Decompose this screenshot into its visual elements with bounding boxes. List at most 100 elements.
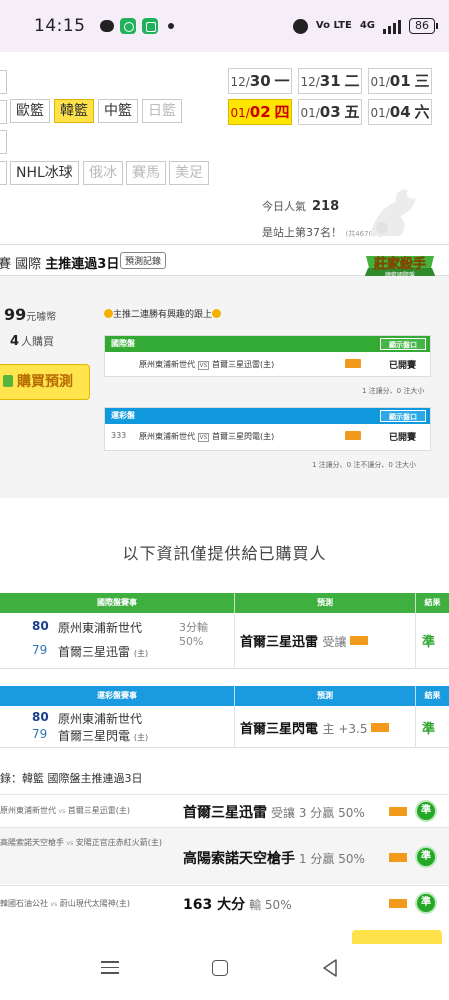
history-pick-note: 輸 50%	[249, 898, 292, 912]
tagline-text: 主推二連勝有興趣的跟上	[113, 310, 213, 320]
date-weekday: 六	[414, 103, 430, 121]
package-prefix: 賽 國際	[0, 257, 42, 272]
purchaser-only-notice: 以下資訊僅提供給已購買人	[122, 544, 327, 563]
date-day: 03	[319, 103, 341, 121]
date-weekday: 四	[274, 103, 290, 121]
host-tag-icon	[349, 636, 368, 645]
date-day: 01	[389, 72, 411, 90]
date-weekday: 一	[274, 72, 290, 90]
team-b-name: 首爾三星迅雷 (主)	[58, 643, 148, 660]
pick-note: 受讓	[322, 635, 347, 649]
show-odds-button[interactable]: 顯示盤口	[380, 410, 426, 422]
lottery-line-note: 1 注讓分、0 注不讓分、0 注大小	[312, 461, 417, 469]
predicted-pick: 首爾三星閃電 主 +3.5	[240, 718, 389, 737]
column-divider	[415, 706, 416, 748]
host-tag-icon	[389, 807, 407, 816]
team-b-score: 79	[32, 727, 48, 741]
lottery-line-row: 333 原州東浦新世代 VS 首爾三星閃電(主) 已開賽	[105, 424, 430, 448]
date-1231[interactable]: 12/31 二	[298, 68, 362, 94]
pick-note: 主 +3.5	[322, 722, 368, 736]
team-a-name: 原州東浦新世代	[58, 712, 143, 726]
category-horse-racing[interactable]: 賽馬	[126, 161, 166, 185]
hit-badge-icon: 準	[415, 800, 437, 822]
popularity-value: 218	[312, 199, 340, 214]
category-american-football[interactable]: 美足	[169, 161, 209, 185]
intl-line-label: 國際盤	[111, 339, 135, 348]
date-md: 01/	[230, 106, 250, 120]
prediction-record-button[interactable]: 預測記錄	[120, 252, 167, 269]
history-title: 錄：韓籃 國際盤主推連過3日	[0, 772, 143, 785]
app-icon	[119, 18, 136, 34]
history-pick: 首爾三星迅雷 受讓 3 分贏 50%	[183, 802, 365, 822]
history-match: 原州東浦新世代 vs 首爾三星迅雷(主)	[0, 804, 130, 818]
result-hit: 準	[422, 635, 436, 650]
chat-bubble-icon	[99, 20, 114, 32]
intl-line-header: 國際盤 顯示盤口	[105, 336, 430, 352]
history-pick-team: 首爾三星迅雷	[183, 805, 267, 821]
lottery-prediction-table: 運彩盤賽事 預測 結果 80 原州東浦新世代 79 首爾三星閃電 (主) 首爾三…	[0, 686, 449, 748]
predicted-pick: 首爾三星迅雷 受讓	[240, 631, 368, 650]
category-china-basketball[interactable]: 中籃	[98, 99, 138, 123]
spread-result: 3分輸 50%	[179, 621, 208, 649]
category-partial-2[interactable]	[0, 100, 7, 124]
category-korea-basketball[interactable]: 韓籃	[54, 99, 94, 123]
team-b-label: 首爾三星迅雷	[58, 645, 131, 659]
date-md: 01/	[370, 75, 390, 89]
date-0102[interactable]: 01/02 四	[228, 99, 292, 125]
match-status: 已開賽	[388, 433, 416, 443]
price-unit: 元噱幣	[26, 312, 57, 323]
history-home: 原州東浦新世代	[0, 806, 56, 815]
category-russia-hockey[interactable]: 俄冰	[83, 161, 123, 185]
more-history-button[interactable]	[352, 930, 442, 944]
pick-column-header: 預測	[317, 598, 333, 607]
home-team: 原州東浦新世代	[139, 360, 195, 369]
date-weekday: 二	[344, 72, 360, 90]
host-marker: (主)	[133, 649, 149, 658]
date-md: 12/	[300, 75, 320, 89]
buyer-count: 4 人購買	[10, 333, 54, 349]
pick-team: 首爾三星迅雷	[240, 635, 319, 650]
category-europe-basketball[interactable]: 歐籃	[10, 99, 50, 123]
lottery-table-title: 運彩盤賽事	[97, 691, 137, 700]
buyer-count-value: 4	[10, 334, 20, 349]
pick-team: 首爾三星閃電	[240, 722, 319, 737]
menu-icon[interactable]	[101, 961, 119, 975]
category-partial-1[interactable]	[0, 70, 7, 94]
back-icon[interactable]	[321, 958, 339, 978]
spread-percent: 50%	[179, 635, 204, 648]
package-title: 賽 國際 主推連過3日	[0, 253, 119, 272]
category-nhl[interactable]: NHL冰球	[10, 161, 79, 185]
date-0103[interactable]: 01/03 五	[298, 99, 362, 125]
date-day: 02	[249, 103, 271, 121]
more-notifications-icon	[167, 23, 174, 29]
status-bar: 14:15 Vo LTE 4G 86	[0, 0, 449, 52]
category-partial-4[interactable]	[0, 161, 7, 185]
show-odds-button[interactable]: 顯示盤口	[380, 338, 426, 350]
buyer-count-unit: 人購買	[21, 335, 55, 348]
history-away: 首爾三星迅雷(主)	[67, 806, 131, 815]
team-b-score: 79	[32, 643, 48, 657]
host-tag-icon	[389, 853, 407, 862]
home-icon[interactable]	[212, 960, 228, 976]
package-tagline: 主推二連勝有興趣的跟上	[104, 307, 222, 320]
date-0101[interactable]: 01/01 三	[368, 68, 432, 94]
date-0104[interactable]: 01/04 六	[368, 99, 432, 125]
category-japan-basketball[interactable]: 日籃	[142, 99, 182, 123]
lottery-table-header: 運彩盤賽事 預測 結果	[0, 686, 449, 706]
buy-prediction-button[interactable]: 購買預測	[0, 364, 90, 400]
rank-text: 是站上第37名！	[262, 226, 342, 239]
pick-column-header: 預測	[317, 691, 333, 700]
signal-icon	[383, 19, 401, 34]
notification-icons	[99, 18, 174, 34]
intl-table-title: 國際盤賽事	[97, 598, 137, 607]
system-nav-bar	[0, 944, 449, 1000]
column-divider	[234, 613, 235, 669]
category-partial-3[interactable]	[0, 130, 7, 154]
date-1230[interactable]: 12/30 一	[228, 68, 292, 94]
table-row: 80 原州東浦新世代 79 首爾三星閃電 (主) 首爾三星閃電 主 +3.5 準	[0, 706, 449, 748]
result-column-header: 結果	[424, 691, 441, 700]
vs-icon: VS	[197, 361, 210, 370]
host-marker: (主)	[133, 733, 149, 742]
date-md: 12/	[230, 75, 250, 89]
intl-prediction-table: 國際盤賽事 預測 結果 80 原州東浦新世代 79 首爾三星迅雷 (主) 3分輸…	[0, 593, 449, 669]
